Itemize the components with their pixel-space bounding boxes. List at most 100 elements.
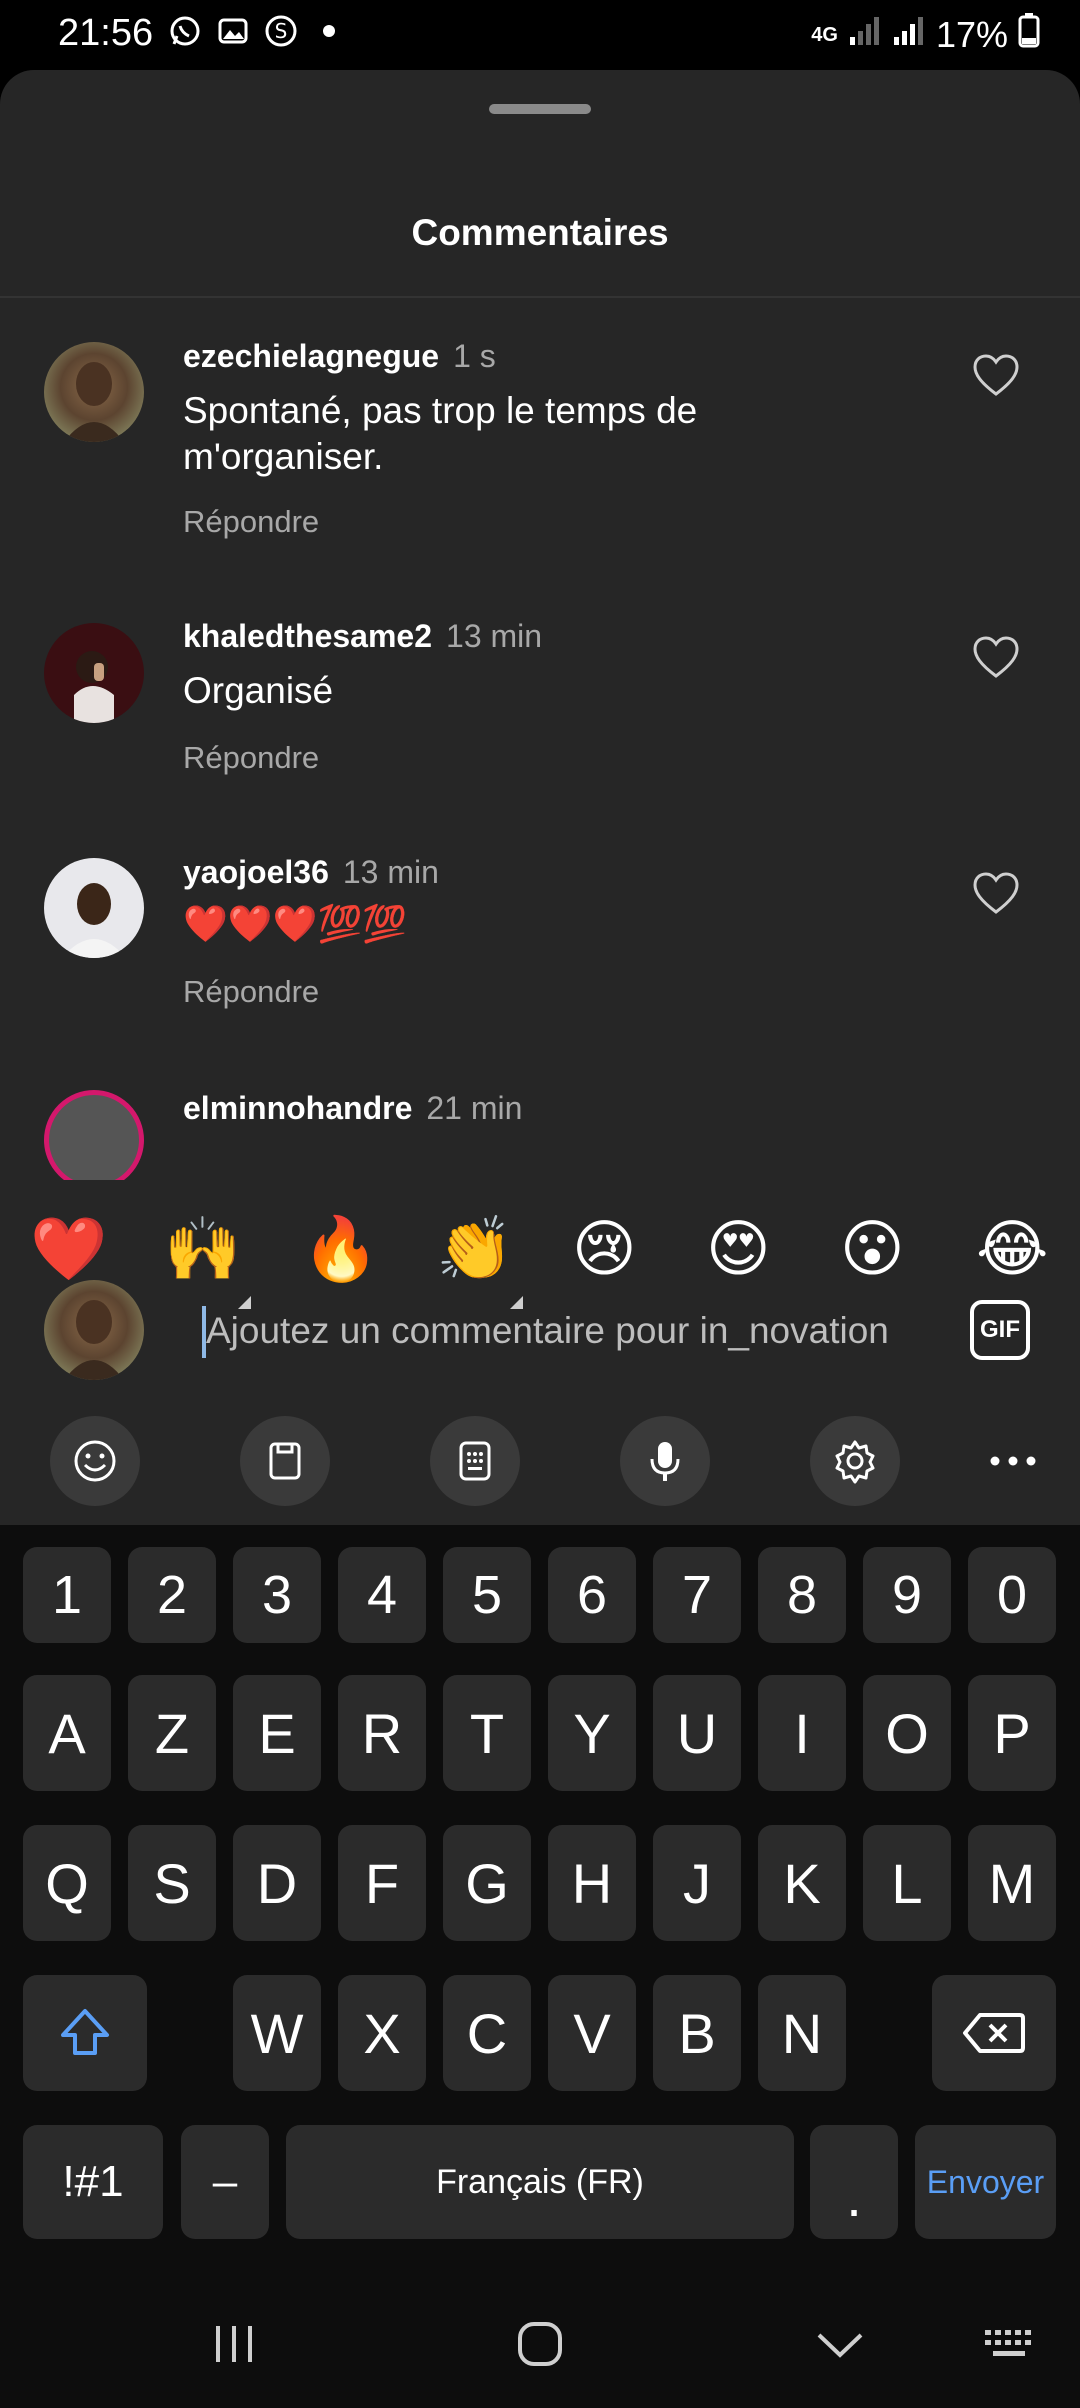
key[interactable]: U xyxy=(653,1675,741,1791)
shift-key[interactable] xyxy=(23,1975,147,2091)
key[interactable]: G xyxy=(443,1825,531,1941)
key[interactable]: L xyxy=(863,1825,951,1941)
comment-list[interactable]: ezechielagnegue 1 s Spontané, pas trop le… xyxy=(0,298,1080,1180)
network-type: 4G xyxy=(811,23,838,46)
status-notification-icons: S xyxy=(168,14,346,48)
key[interactable]: E xyxy=(233,1675,321,1791)
reply-button[interactable]: Répondre xyxy=(183,740,319,776)
avatar[interactable] xyxy=(44,858,144,958)
back-chevron-down-icon[interactable] xyxy=(806,2314,874,2374)
key[interactable]: D xyxy=(233,1825,321,1941)
reply-button[interactable]: Répondre xyxy=(183,974,319,1010)
recent-apps-icon[interactable] xyxy=(200,2314,268,2374)
shazam-icon: S xyxy=(264,14,298,48)
key[interactable]: M xyxy=(968,1825,1056,1941)
more-icon[interactable] xyxy=(968,1416,1058,1506)
key[interactable]: R xyxy=(338,1675,426,1791)
keypad-icon[interactable] xyxy=(430,1416,520,1506)
key[interactable]: T xyxy=(443,1675,531,1791)
keyboard-hide-icon[interactable] xyxy=(976,2314,1044,2374)
comment-text: ❤️❤️❤️💯💯 xyxy=(183,904,408,945)
gallery-icon xyxy=(216,14,250,48)
comment-item: elminnohandre 21 min xyxy=(0,1050,1080,1180)
comment-username[interactable]: khaledthesame2 xyxy=(183,618,432,654)
status-bar: 21:56 S 4G 17% xyxy=(0,0,1080,70)
comment-time: 13 min xyxy=(342,854,439,890)
comment-header: khaledthesame2 13 min xyxy=(183,618,542,655)
key[interactable]: 6 xyxy=(548,1547,636,1643)
sheet-title: Commentaires xyxy=(411,212,669,253)
key[interactable]: 0 xyxy=(968,1547,1056,1643)
space-key[interactable]: Français (FR) xyxy=(286,2125,794,2239)
key[interactable]: A xyxy=(23,1675,111,1791)
comment-input[interactable] xyxy=(206,1300,926,1362)
svg-text:S: S xyxy=(275,19,288,43)
comment-input-row: GIF xyxy=(0,1260,1080,1400)
key[interactable]: F xyxy=(338,1825,426,1941)
comment-time: 21 min xyxy=(426,1090,523,1126)
key[interactable]: H xyxy=(548,1825,636,1941)
comment-header: ezechielagnegue 1 s xyxy=(183,338,496,375)
whatsapp-icon xyxy=(168,14,202,48)
like-heart-icon[interactable] xyxy=(972,636,1020,680)
period-key[interactable]: . xyxy=(810,2125,898,2239)
home-icon[interactable] xyxy=(500,2314,580,2374)
key[interactable]: P xyxy=(968,1675,1056,1791)
keyboard: 1 2 3 4 5 6 7 8 9 0 A Z E R T Y U I O P … xyxy=(0,1525,1080,2278)
key[interactable]: B xyxy=(653,1975,741,2091)
key[interactable]: K xyxy=(758,1825,846,1941)
send-key[interactable]: Envoyer xyxy=(915,2125,1056,2239)
clipboard-icon[interactable] xyxy=(240,1416,330,1506)
key[interactable]: 3 xyxy=(233,1547,321,1643)
emoji-icon[interactable] xyxy=(50,1416,140,1506)
sheet-header: Commentaires xyxy=(0,70,1080,298)
key[interactable]: Q xyxy=(23,1825,111,1941)
microphone-icon[interactable] xyxy=(620,1416,710,1506)
comment-text: Spontané, pas trop le temps de m'organis… xyxy=(183,390,698,477)
settings-icon[interactable] xyxy=(810,1416,900,1506)
gif-button[interactable]: GIF xyxy=(970,1300,1030,1360)
avatar[interactable] xyxy=(44,1090,144,1180)
symbols-key[interactable]: !#1 xyxy=(23,2125,163,2239)
comment-username[interactable]: yaojoel36 xyxy=(183,854,329,890)
key[interactable]: J xyxy=(653,1825,741,1941)
navigation-bar xyxy=(0,2278,1080,2408)
status-time: 21:56 xyxy=(58,12,154,54)
key[interactable]: 5 xyxy=(443,1547,531,1643)
key[interactable]: 4 xyxy=(338,1547,426,1643)
key[interactable]: Z xyxy=(128,1675,216,1791)
key[interactable]: 1 xyxy=(23,1547,111,1643)
backspace-key[interactable] xyxy=(932,1975,1056,2091)
comment-header: yaojoel36 13 min xyxy=(183,854,439,891)
key[interactable]: V xyxy=(548,1975,636,2091)
key[interactable]: 7 xyxy=(653,1547,741,1643)
avatar[interactable] xyxy=(44,342,144,442)
avatar[interactable] xyxy=(44,623,144,723)
comment-username[interactable]: elminnohandre xyxy=(183,1090,412,1126)
battery-icon xyxy=(1018,12,1040,57)
dash-key[interactable]: – xyxy=(181,2125,269,2239)
key[interactable]: I xyxy=(758,1675,846,1791)
like-heart-icon[interactable] xyxy=(972,872,1020,916)
key[interactable]: 8 xyxy=(758,1547,846,1643)
key[interactable]: S xyxy=(128,1825,216,1941)
comment-username[interactable]: ezechielagnegue xyxy=(183,338,439,374)
key[interactable]: N xyxy=(758,1975,846,2091)
signal-icon xyxy=(848,14,882,56)
key[interactable]: X xyxy=(338,1975,426,2091)
status-system-icons: 4G 17% xyxy=(811,12,1040,57)
battery-percent: 17% xyxy=(935,13,1008,55)
key[interactable]: W xyxy=(233,1975,321,2091)
key[interactable]: Y xyxy=(548,1675,636,1791)
comment-time: 1 s xyxy=(453,338,496,374)
key[interactable]: 9 xyxy=(863,1547,951,1643)
key[interactable]: O xyxy=(863,1675,951,1791)
comment-item: ezechielagnegue 1 s Spontané, pas trop le… xyxy=(0,298,1080,578)
like-heart-icon[interactable] xyxy=(972,354,1020,398)
key[interactable]: C xyxy=(443,1975,531,2091)
current-user-avatar xyxy=(44,1280,144,1380)
signal-icon xyxy=(892,14,926,56)
comment-header: elminnohandre 21 min xyxy=(183,1090,522,1127)
reply-button[interactable]: Répondre xyxy=(183,504,319,540)
key[interactable]: 2 xyxy=(128,1547,216,1643)
